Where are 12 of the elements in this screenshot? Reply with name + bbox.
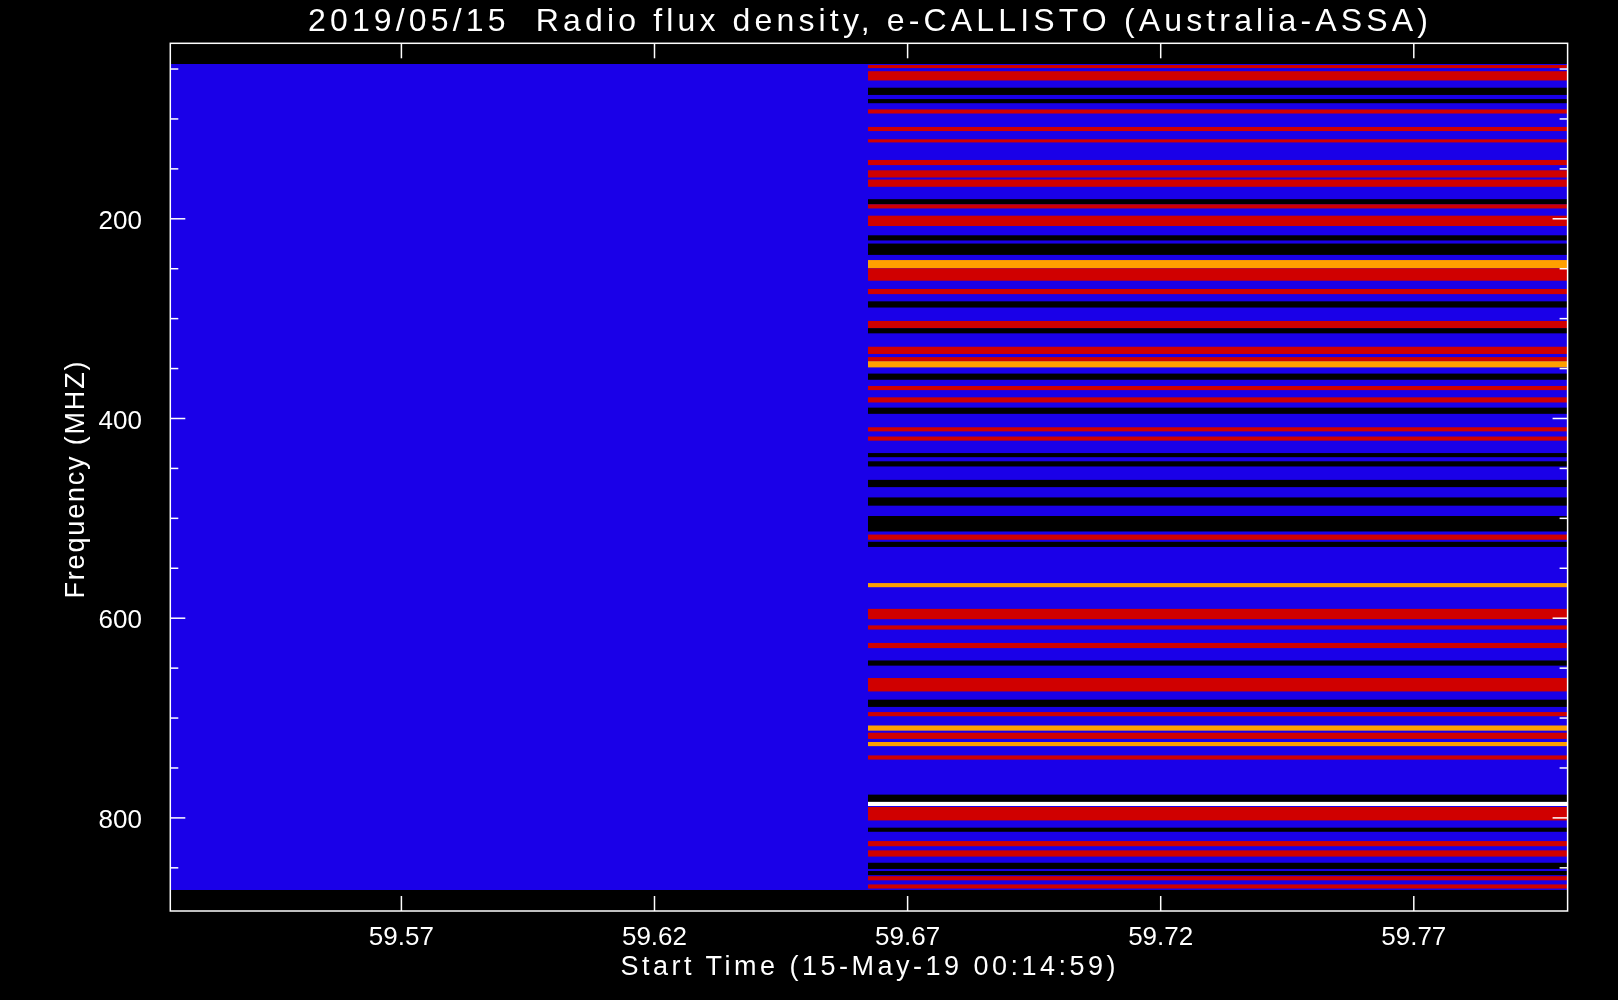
tick-label: 59.67 bbox=[875, 921, 941, 951]
plot-title: 2019/05/15 Radio flux density, e-CALLISTO (Australia-ASSA) bbox=[308, 2, 1428, 38]
tick-label: 59.62 bbox=[621, 921, 688, 951]
tick-label: 400 bbox=[98, 404, 142, 435]
y-axis-label: Frequency (MHZ) bbox=[60, 361, 90, 599]
tick-label: 59.77 bbox=[1381, 921, 1447, 951]
x-axis-label: Start Time (15-May-19 00:14:59) bbox=[620, 951, 1116, 981]
tick-label: 200 bbox=[98, 204, 142, 235]
tick-label: 800 bbox=[98, 803, 142, 834]
tick-label: 600 bbox=[98, 604, 142, 635]
tick-label: 59.72 bbox=[1128, 921, 1194, 951]
tick-label: 59.57 bbox=[368, 921, 434, 951]
